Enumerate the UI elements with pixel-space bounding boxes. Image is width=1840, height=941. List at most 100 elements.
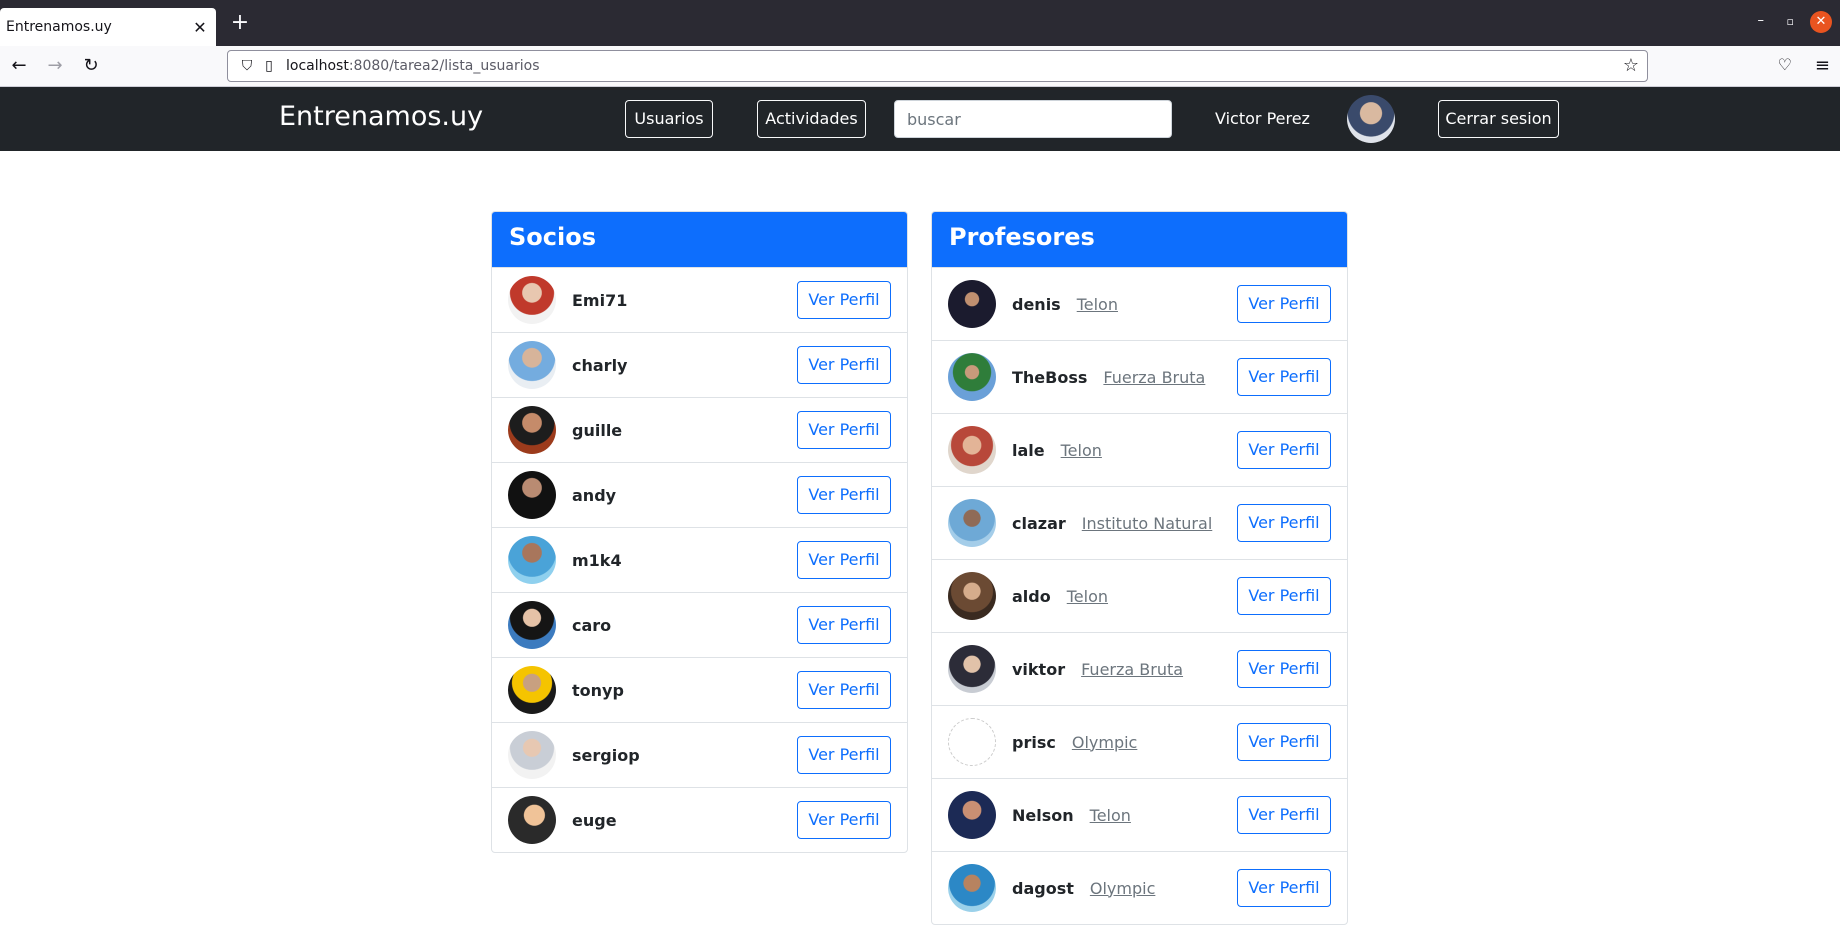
- socio-row: andy Ver Perfil: [492, 462, 907, 527]
- new-tab-icon[interactable]: +: [228, 10, 252, 35]
- search-input[interactable]: [894, 100, 1172, 138]
- institution-link[interactable]: Telon: [1090, 806, 1131, 825]
- address-bar[interactable]: ⛉ ▯ localhost:8080/tarea2/lista_usuarios…: [227, 50, 1648, 82]
- usuarios-button[interactable]: Usuarios: [625, 100, 713, 138]
- institution-link[interactable]: Instituto Natural: [1082, 514, 1213, 533]
- profesor-avatar: [948, 572, 996, 620]
- socio-row: Emi71 Ver Perfil: [492, 267, 907, 332]
- ver-perfil-button[interactable]: Ver Perfil: [797, 346, 891, 384]
- profesor-row: lale Telon Ver Perfil: [932, 413, 1347, 486]
- profesor-avatar: [948, 645, 996, 693]
- browser-tab[interactable]: Entrenamos.uy ✕: [0, 8, 216, 46]
- socio-nickname: tonyp: [572, 680, 624, 700]
- profesor-row: prisc Olympic Ver Perfil: [932, 705, 1347, 778]
- socio-row: tonyp Ver Perfil: [492, 657, 907, 722]
- current-user-avatar[interactable]: [1347, 95, 1395, 143]
- institution-link[interactable]: Fuerza Bruta: [1103, 368, 1205, 387]
- profesor-nickname: dagost: [1012, 878, 1074, 898]
- profesor-nickname: clazar: [1012, 513, 1066, 533]
- socio-row: m1k4 Ver Perfil: [492, 527, 907, 592]
- socio-avatar: [508, 666, 556, 714]
- close-tab-icon[interactable]: ✕: [190, 18, 210, 37]
- maximize-window-icon[interactable]: ▫: [1787, 15, 1794, 28]
- socio-nickname: andy: [572, 485, 617, 505]
- ver-perfil-button[interactable]: Ver Perfil: [797, 736, 891, 774]
- profesor-row: Nelson Telon Ver Perfil: [932, 778, 1347, 851]
- socio-avatar: [508, 406, 556, 454]
- socios-title: Socios: [492, 212, 907, 267]
- ver-perfil-button[interactable]: Ver Perfil: [1237, 577, 1331, 615]
- socio-avatar: [508, 341, 556, 389]
- socio-nickname: guille: [572, 420, 623, 440]
- profesor-avatar: [948, 499, 996, 547]
- ver-perfil-button[interactable]: Ver Perfil: [797, 411, 891, 449]
- ver-perfil-button[interactable]: Ver Perfil: [797, 801, 891, 839]
- socio-row: euge Ver Perfil: [492, 787, 907, 852]
- institution-link[interactable]: Fuerza Bruta: [1081, 660, 1183, 679]
- ver-perfil-button[interactable]: Ver Perfil: [1237, 869, 1331, 907]
- profesor-nickname: denis: [1012, 294, 1061, 314]
- socio-nickname: charly: [572, 355, 628, 375]
- hamburger-menu-icon[interactable]: ≡: [1815, 55, 1830, 76]
- site-brand[interactable]: Entrenamos.uy: [279, 101, 483, 132]
- ver-perfil-button[interactable]: Ver Perfil: [797, 281, 891, 319]
- actividades-button[interactable]: Actividades: [757, 100, 866, 138]
- socio-row: caro Ver Perfil: [492, 592, 907, 657]
- ver-perfil-button[interactable]: Ver Perfil: [1237, 504, 1331, 542]
- socio-avatar: [508, 276, 556, 324]
- url-text[interactable]: localhost:8080/tarea2/lista_usuarios: [286, 58, 540, 74]
- profesor-row: dagost Olympic Ver Perfil: [932, 851, 1347, 924]
- ver-perfil-button[interactable]: Ver Perfil: [1237, 796, 1331, 834]
- page-info-icon[interactable]: ▯: [258, 58, 280, 74]
- profesor-row: TheBoss Fuerza Bruta Ver Perfil: [932, 340, 1347, 413]
- url-path: :8080/tarea2/lista_usuarios: [348, 58, 540, 74]
- profesor-avatar: [948, 426, 996, 474]
- ver-perfil-button[interactable]: Ver Perfil: [1237, 723, 1331, 761]
- back-arrow-icon[interactable]: ←: [8, 55, 30, 77]
- browser-tab-strip: Entrenamos.uy ✕ + – ▫ ✕: [0, 0, 1840, 46]
- ver-perfil-button[interactable]: Ver Perfil: [1237, 650, 1331, 688]
- socio-avatar: [508, 471, 556, 519]
- ver-perfil-button[interactable]: Ver Perfil: [1237, 358, 1331, 396]
- forward-arrow-icon[interactable]: →: [44, 55, 66, 77]
- reload-icon[interactable]: ↻: [80, 55, 102, 77]
- socio-row: guille Ver Perfil: [492, 397, 907, 462]
- profesor-avatar: [948, 280, 996, 328]
- tab-title: Entrenamos.uy: [6, 19, 112, 35]
- institution-link[interactable]: Telon: [1077, 295, 1118, 314]
- institution-link[interactable]: Telon: [1061, 441, 1102, 460]
- pocket-icon[interactable]: ♡: [1778, 55, 1792, 74]
- profesor-row: aldo Telon Ver Perfil: [932, 559, 1347, 632]
- socio-nickname: m1k4: [572, 550, 622, 570]
- close-window-icon[interactable]: ✕: [1810, 11, 1832, 33]
- socio-row: sergiop Ver Perfil: [492, 722, 907, 787]
- ver-perfil-button[interactable]: Ver Perfil: [797, 476, 891, 514]
- ver-perfil-button[interactable]: Ver Perfil: [1237, 431, 1331, 469]
- bookmark-star-icon[interactable]: ☆: [1623, 55, 1639, 76]
- profesor-avatar: [948, 864, 996, 912]
- institution-link[interactable]: Olympic: [1072, 733, 1138, 752]
- ver-perfil-button[interactable]: Ver Perfil: [797, 671, 891, 709]
- logout-button[interactable]: Cerrar sesion: [1438, 100, 1559, 138]
- profesores-panel: Profesores denis Telon Ver Perfil TheBos…: [931, 211, 1348, 925]
- profesor-nickname: aldo: [1012, 586, 1051, 606]
- profesor-avatar: [948, 718, 996, 766]
- profesor-avatar: [948, 353, 996, 401]
- ver-perfil-button[interactable]: Ver Perfil: [797, 541, 891, 579]
- current-user-name: Victor Perez: [1215, 109, 1310, 128]
- shield-icon[interactable]: ⛉: [236, 58, 258, 74]
- profesor-nickname: viktor: [1012, 659, 1066, 679]
- institution-link[interactable]: Telon: [1067, 587, 1108, 606]
- socio-avatar: [508, 731, 556, 779]
- ver-perfil-button[interactable]: Ver Perfil: [1237, 285, 1331, 323]
- profesor-row: clazar Instituto Natural Ver Perfil: [932, 486, 1347, 559]
- socio-avatar: [508, 796, 556, 844]
- url-host: localhost: [286, 58, 349, 74]
- profesor-row: denis Telon Ver Perfil: [932, 267, 1347, 340]
- socios-panel: Socios Emi71 Ver Perfil charly Ver Perfi…: [491, 211, 908, 853]
- institution-link[interactable]: Olympic: [1090, 879, 1156, 898]
- ver-perfil-button[interactable]: Ver Perfil: [797, 606, 891, 644]
- socio-row: charly Ver Perfil: [492, 332, 907, 397]
- minimize-window-icon[interactable]: –: [1758, 13, 1765, 28]
- socio-nickname: Emi71: [572, 290, 628, 310]
